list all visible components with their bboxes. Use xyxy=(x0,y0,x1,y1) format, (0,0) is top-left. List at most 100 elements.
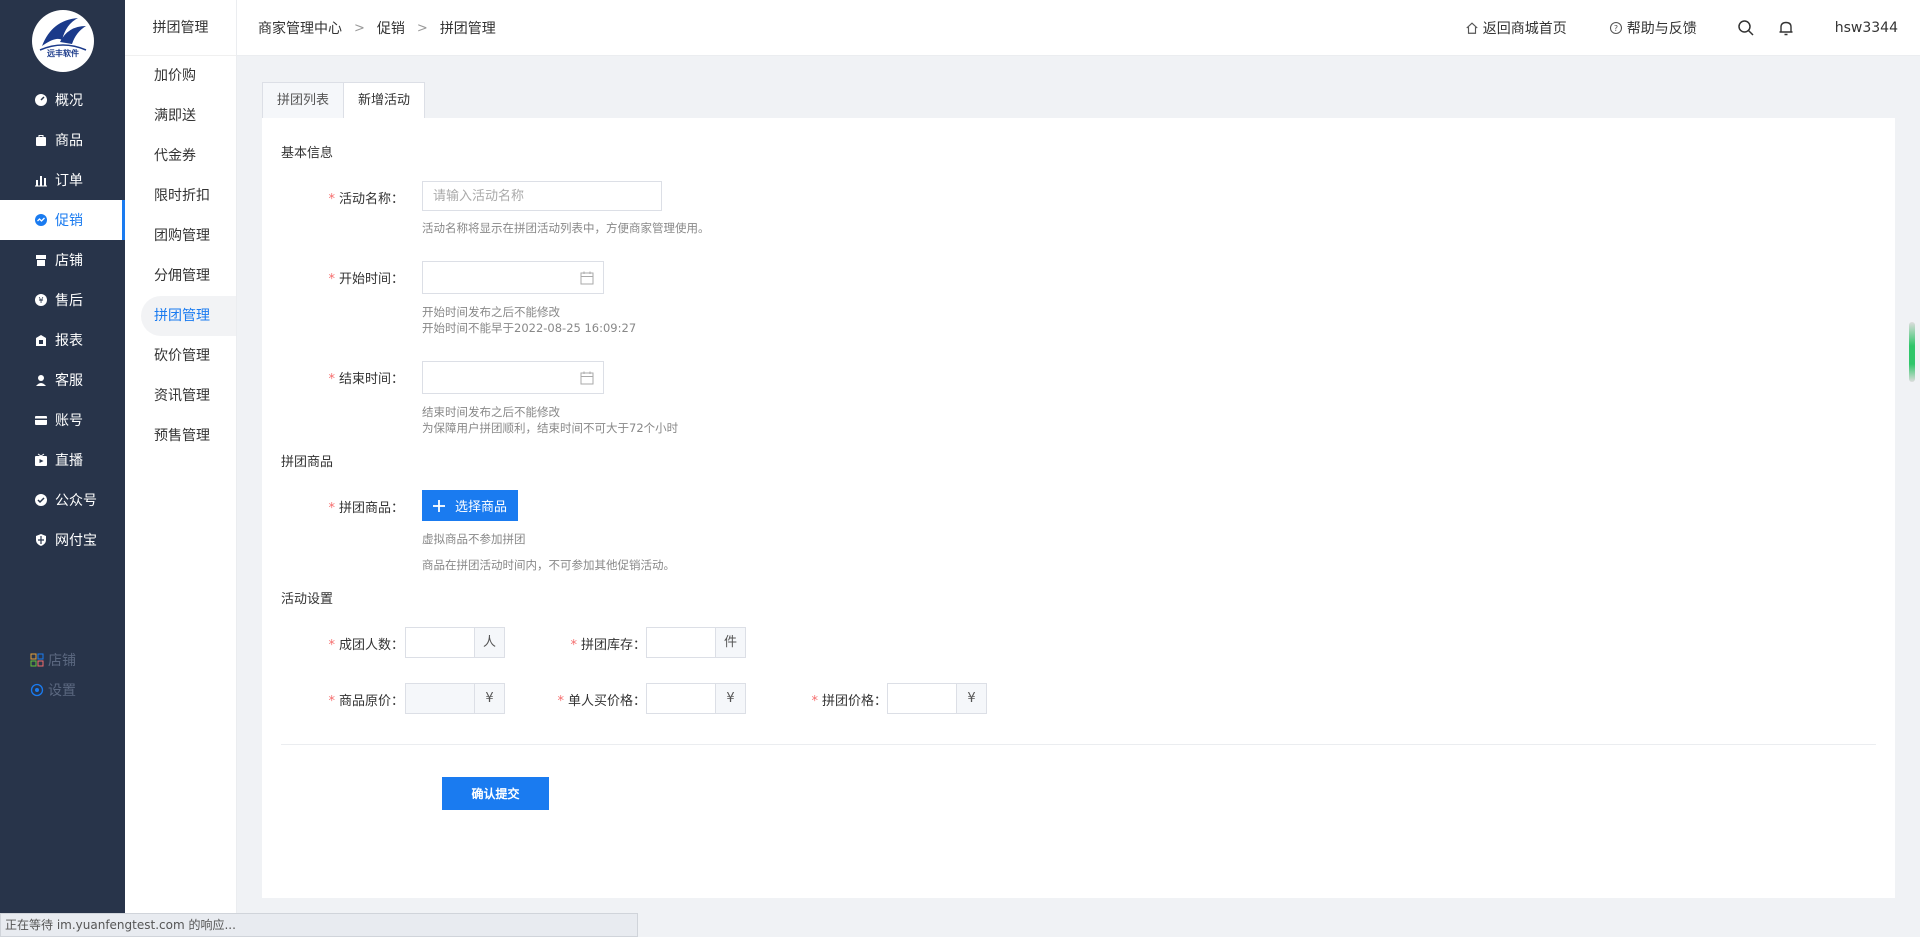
sidebar-item[interactable]: 店铺 xyxy=(0,240,125,280)
group-size-input[interactable] xyxy=(405,627,475,658)
activity-name-label: * 活动名称： xyxy=(328,192,404,207)
required-mark: * xyxy=(328,501,335,516)
service-icon xyxy=(33,372,49,388)
submenu-item[interactable]: 预售管理 xyxy=(125,416,236,456)
single-price-input[interactable] xyxy=(646,683,716,714)
sidebar-item-label: 促销 xyxy=(55,213,83,229)
submenu-item[interactable]: 砍价管理 xyxy=(125,336,236,376)
chevron-right-icon: > xyxy=(354,20,365,36)
sidebar-footer-item[interactable]: 设置 xyxy=(30,675,120,705)
top-bar: 商家管理中心 > 促销 > 拼团管理 返回商城首页 ? 帮助与反馈 hsw3344 xyxy=(237,0,1920,56)
submenu-item[interactable]: 限时折扣 xyxy=(125,176,236,216)
sidebar-item[interactable]: 公众号 xyxy=(0,480,125,520)
sidebar-item[interactable]: ¥ 售后 xyxy=(0,280,125,320)
select-goods-button[interactable]: 选择商品 xyxy=(422,490,519,521)
end-time-hint-1: 结束时间发布之后不能修改 xyxy=(422,405,560,419)
sidebar-item-label: 店铺 xyxy=(55,253,83,269)
help-link[interactable]: ? 帮助与反馈 xyxy=(1609,18,1697,38)
page-tabs: 拼团列表 新增活动 xyxy=(262,82,426,119)
goods-label: * 拼团商品： xyxy=(328,501,404,516)
sidebar-item[interactable]: 报表 xyxy=(0,320,125,360)
submenu-item[interactable]: 加价购 xyxy=(125,56,236,96)
bag-icon xyxy=(33,132,49,148)
svg-text:?: ? xyxy=(1614,24,1618,33)
promotion-icon xyxy=(33,212,49,228)
required-mark: * xyxy=(328,638,335,653)
submenu-item[interactable]: 代金券 xyxy=(125,136,236,176)
company-logo[interactable]: 远丰软件 xyxy=(32,10,94,72)
home-link[interactable]: 返回商城首页 xyxy=(1465,18,1567,38)
after-sale-icon: ¥ xyxy=(33,292,49,308)
sidebar-item-label: 公众号 xyxy=(55,493,97,509)
submenu-item[interactable]: 满即送 xyxy=(125,96,236,136)
original-price-input xyxy=(405,683,475,714)
chevron-right-icon: > xyxy=(416,20,428,36)
sidebar-item-label: 直播 xyxy=(55,453,83,469)
tab[interactable]: 拼团列表 xyxy=(262,82,345,119)
original-price-label: * 商品原价： xyxy=(328,694,404,709)
section-basic-title: 基本信息 xyxy=(281,146,334,161)
svg-text:¥: ¥ xyxy=(38,296,43,305)
help-link-label: 帮助与反馈 xyxy=(1626,21,1697,37)
sidebar-item[interactable]: 账号 xyxy=(0,400,125,440)
currency-unit: ¥ xyxy=(716,683,746,714)
sidebar-item-label: 账号 xyxy=(55,413,83,429)
currency-unit: ¥ xyxy=(475,683,505,714)
breadcrumb-item[interactable]: 商家管理中心 xyxy=(258,18,342,38)
secondary-menu: 拼团管理 加价购 满即送 代金券 限时折扣 团购管理 分佣管理 拼团管理 砍价管理 资讯管理 预售… xyxy=(125,0,237,937)
tab[interactable]: 新增活动 xyxy=(344,82,426,119)
group-size-field: 人 xyxy=(405,627,505,658)
breadcrumb: 商家管理中心 > 促销 > 拼团管理 xyxy=(258,0,496,56)
group-price-label: * 拼团价格： xyxy=(811,694,887,709)
submenu-item[interactable]: 分佣管理 xyxy=(125,256,236,296)
group-price-input[interactable] xyxy=(887,683,957,714)
sidebar-item-label: 网付宝 xyxy=(55,533,97,549)
sidebar-item[interactable]: 直播 xyxy=(0,440,125,480)
calendar-icon xyxy=(580,371,594,385)
end-time-label: * 结束时间： xyxy=(328,372,404,387)
bell-icon[interactable] xyxy=(1777,19,1795,37)
goods-hint-1: 虚拟商品不参加拼团 xyxy=(422,532,526,546)
status-bar: 正在等待 im.yuanfengtest.com 的响应... xyxy=(0,913,638,937)
breadcrumb-item[interactable]: 促销 xyxy=(377,18,405,38)
sidebar-footer: 店铺设置 xyxy=(30,645,120,705)
submenu-item[interactable]: 团购管理 xyxy=(125,216,236,256)
activity-name-input[interactable] xyxy=(422,181,662,211)
sidebar-item[interactable]: 订单 xyxy=(0,160,125,200)
sidebar-footer-label: 设置 xyxy=(48,683,76,699)
original-price-field: ¥ xyxy=(405,683,505,714)
activity-name-hint: 活动名称将显示在拼团活动列表中，方便商家管理使用。 xyxy=(422,221,710,235)
end-time-picker[interactable] xyxy=(422,361,604,394)
sidebar-item[interactable]: 促销 xyxy=(0,200,125,240)
page-scrollbar[interactable] xyxy=(1909,322,1915,382)
single-price-label: * 单人买价格： xyxy=(557,694,646,709)
live-icon xyxy=(33,452,49,468)
sidebar-item[interactable]: 概况 xyxy=(0,80,125,120)
submenu-item[interactable]: 拼团管理 xyxy=(141,296,236,336)
form-panel: 基本信息 *活动名称： 活动名称将显示在拼团活动列表中，方便商家管理使用。 *开… xyxy=(262,118,1895,898)
stock-field: 件 xyxy=(646,627,746,658)
sidebar-item-label: 客服 xyxy=(55,373,83,389)
store-icon xyxy=(33,252,49,268)
sidebar-item[interactable]: 客服 xyxy=(0,360,125,400)
stock-unit: 件 xyxy=(716,627,746,658)
required-mark: * xyxy=(570,638,577,653)
plus-icon xyxy=(433,499,445,512)
help-icon: ? xyxy=(1609,21,1622,35)
grid-icon xyxy=(30,653,44,667)
search-icon[interactable] xyxy=(1737,19,1755,37)
section-goods-title: 拼团商品 xyxy=(281,455,334,470)
submit-button[interactable]: 确认提交 xyxy=(442,777,549,810)
required-mark: * xyxy=(328,272,335,287)
stock-label: * 拼团库存： xyxy=(570,638,646,653)
username[interactable]: hsw3344 xyxy=(1835,20,1898,36)
submenu-item[interactable]: 资讯管理 xyxy=(125,376,236,416)
group-size-unit: 人 xyxy=(475,627,505,658)
sidebar-footer-item[interactable]: 店铺 xyxy=(30,645,120,675)
sidebar-item-label: 概况 xyxy=(55,93,83,109)
required-mark: * xyxy=(328,372,335,387)
start-time-picker[interactable] xyxy=(422,261,604,294)
sidebar-item[interactable]: 网付宝 xyxy=(0,520,125,560)
stock-input[interactable] xyxy=(646,627,716,658)
sidebar-item[interactable]: 商品 xyxy=(0,120,125,160)
